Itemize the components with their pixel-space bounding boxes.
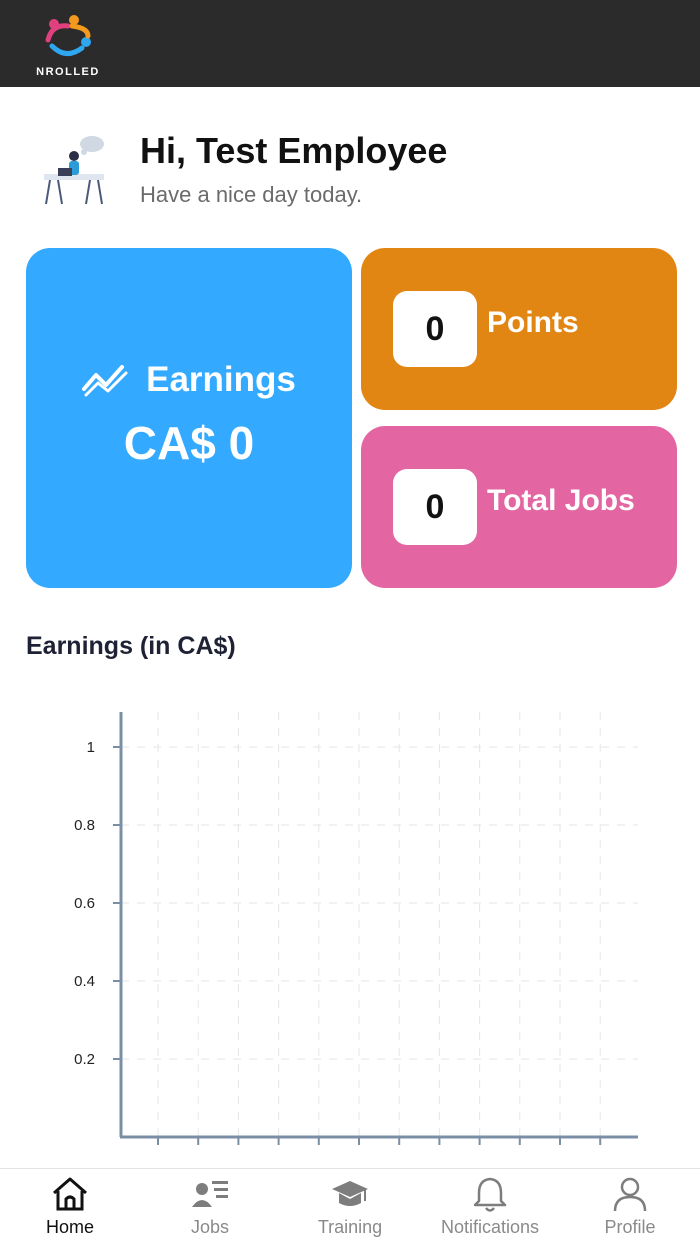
earnings-chart: 1 0.8 0.6 0.4 0.2 [74,712,638,1145]
nrolled-logo-icon [45,15,91,56]
nav-home[interactable]: Home [0,1169,140,1244]
y-tick-label: 0.8 [74,817,95,834]
earnings-card[interactable]: Earnings CA$ 0 [26,248,352,588]
nav-jobs-label: Jobs [190,1217,230,1237]
nav-training-label: Training [317,1217,383,1237]
points-value: 0 [393,291,477,367]
desk-worker-illustration [44,136,104,205]
nav-training[interactable]: Training [280,1169,420,1244]
earnings-value: CA$ 0 [123,417,255,469]
bell-icon [473,1177,507,1212]
y-tick-label: 0.4 [74,973,95,990]
total-jobs-card[interactable]: 0 Total Jobs [361,426,677,588]
graduation-cap-icon [332,1181,368,1206]
y-tick-label: 0.6 [74,895,95,912]
points-label: Points [487,306,579,339]
y-tick-label: 0.2 [74,1051,95,1068]
nav-profile[interactable]: Profile [560,1169,700,1244]
total-jobs-value: 0 [393,469,477,545]
nav-profile-label: Profile [604,1217,656,1237]
chart-title: Earnings (in CA$) [26,632,236,660]
app-header: NROLLED [0,0,700,87]
app-logo[interactable]: NROLLED [28,14,108,82]
greeting-title: Hi, Test Employee [140,130,448,171]
home-icon [53,1177,87,1211]
user-icon [613,1177,647,1212]
points-card[interactable]: 0 Points [361,248,677,410]
total-jobs-label: Total Jobs [487,484,635,517]
bottom-nav: Home Jobs Training Notifications Profile [0,1168,700,1244]
nav-notifications-label: Notifications [440,1217,540,1237]
y-tick-label: 1 [87,739,95,756]
earnings-label: Earnings [146,360,296,399]
greeting-subtitle: Have a nice day today. [140,182,363,207]
logo-text: NROLLED [36,66,100,78]
earnings-header: Earnings [26,360,352,400]
nav-home-label: Home [45,1217,94,1237]
nav-jobs[interactable]: Jobs [140,1169,280,1244]
greeting-section: Hi, Test Employee Have a nice day today. [40,130,680,220]
nav-notifications[interactable]: Notifications [420,1169,560,1244]
trend-up-icon [82,365,128,397]
jobs-list-icon [192,1181,228,1207]
